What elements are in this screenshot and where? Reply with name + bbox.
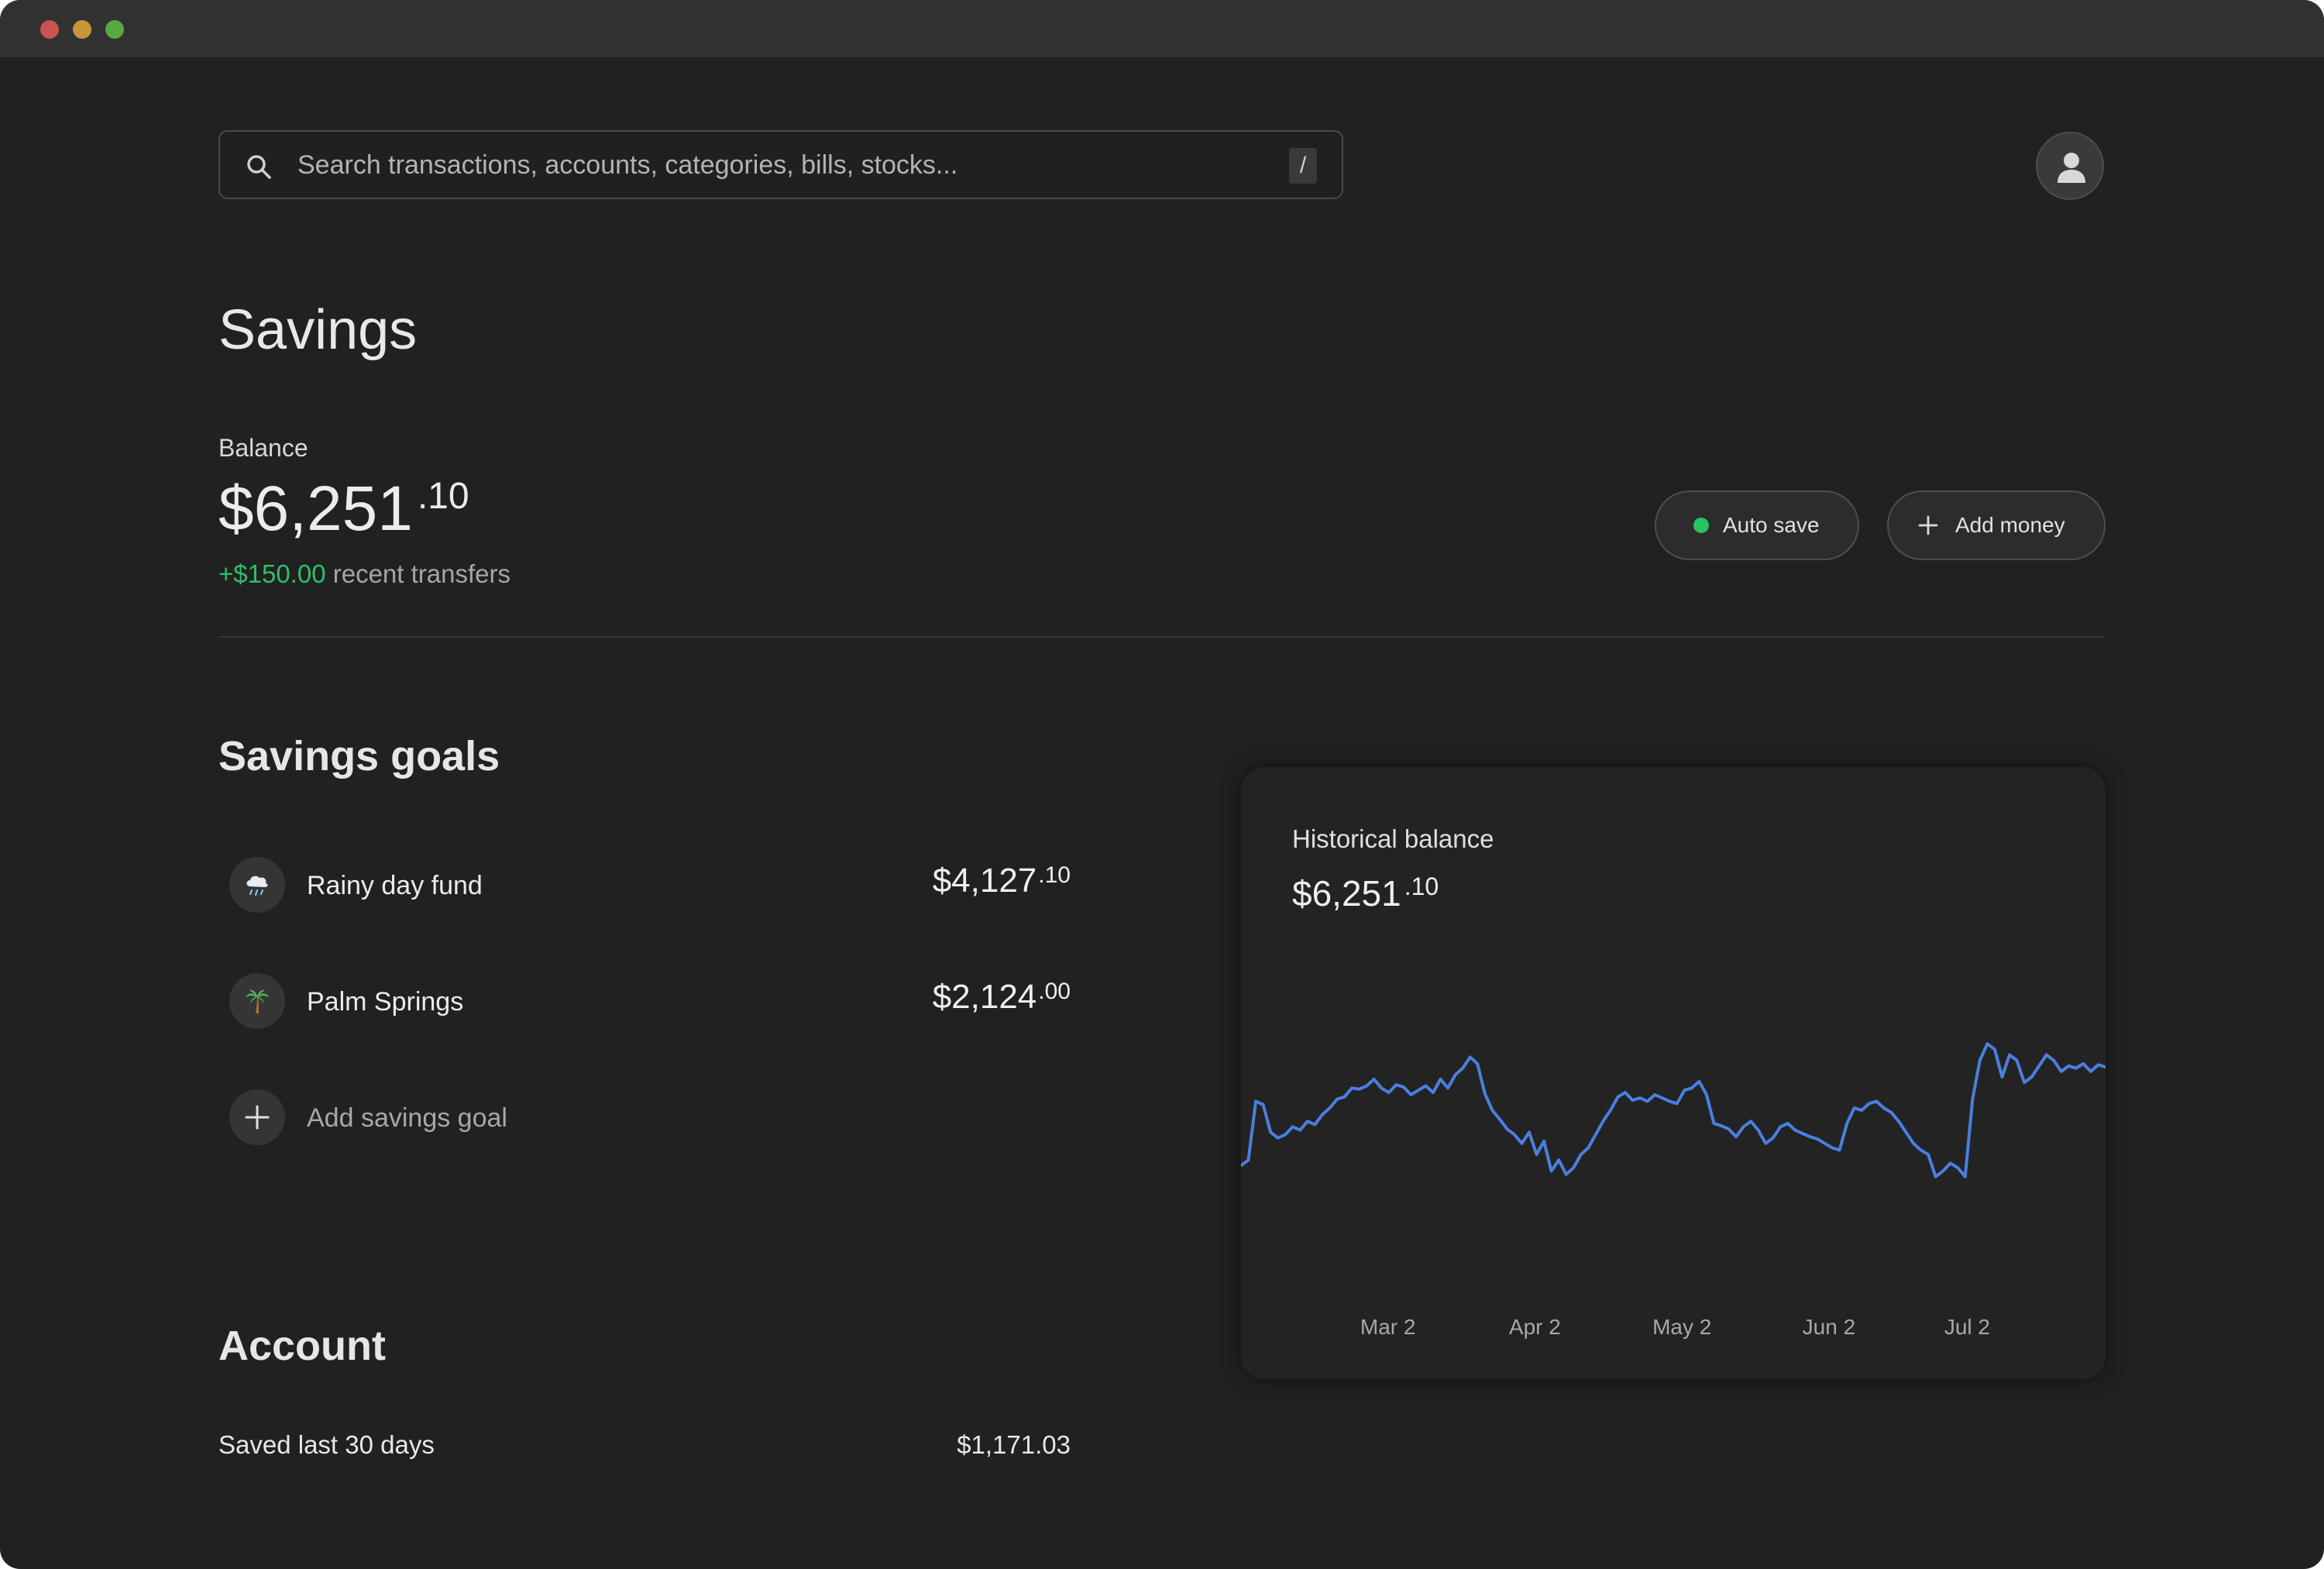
page-title: Savings <box>218 299 418 361</box>
goal-amount-cents: .10 <box>1038 862 1071 888</box>
goal-amount: $4,127.10 <box>761 862 1071 900</box>
plus-icon <box>245 1105 270 1130</box>
goal-amount-dollars: $2,124 <box>932 978 1037 1016</box>
auto-save-label: Auto save <box>1723 513 1820 537</box>
search-bar[interactable]: / <box>218 130 1343 199</box>
status-dot-icon <box>1693 518 1709 533</box>
goal-amount-cents: .00 <box>1038 979 1071 1004</box>
goal-icon-badge <box>229 973 285 1029</box>
balance-dollars: $6,251 <box>218 473 413 544</box>
auto-save-button[interactable]: Auto save <box>1655 490 1859 560</box>
minimize-window-button[interactable] <box>73 20 91 39</box>
goal-name: Rainy day fund <box>307 871 483 900</box>
maximize-window-button[interactable] <box>105 20 124 39</box>
balance-label: Balance <box>218 434 308 462</box>
add-money-button[interactable]: Add money <box>1887 490 2106 560</box>
account-title: Account <box>218 1323 386 1369</box>
title-bar <box>0 0 2324 58</box>
palm-tree-icon <box>246 989 269 1013</box>
goal-icon-badge <box>229 857 285 913</box>
x-tick-label: Mar 2 <box>1360 1315 1416 1339</box>
goal-row-palm-springs[interactable]: Palm Springs $2,124.00 <box>218 970 1071 1040</box>
search-icon <box>247 155 271 179</box>
balance-line-series <box>1241 1042 2106 1178</box>
recent-transfers: +$150.00 recent transfers <box>218 559 511 589</box>
goal-amount-dollars: $4,127 <box>932 862 1037 900</box>
x-tick-label: Apr 2 <box>1509 1315 1561 1339</box>
balance-cents: .10 <box>417 476 469 517</box>
historical-balance-card: Historical balance $6,251.10 Mar 2 Apr 2M… <box>1241 767 2106 1379</box>
account-row-value: $1,171.03 <box>957 1430 1071 1459</box>
x-tick-label: Jun 2 <box>1803 1315 1856 1339</box>
goal-row-rainy-day-fund[interactable]: Rainy day fund $4,127.10 <box>218 854 1071 924</box>
recent-transfers-amount: +$150.00 <box>218 559 326 588</box>
add-savings-goal-label: Add savings goal <box>307 1103 507 1133</box>
account-row-label: Saved last 30 days <box>218 1430 435 1459</box>
user-icon <box>2058 153 2085 183</box>
cloud-rain-icon <box>246 876 268 896</box>
goal-name: Palm Springs <box>307 987 464 1017</box>
add-money-label: Add money <box>1955 513 2065 537</box>
savings-goals-title: Savings goals <box>218 733 500 779</box>
app-window: / Savings Balance $6,251.10 +$150.00 rec… <box>0 0 2324 1569</box>
user-avatar-button[interactable] <box>2036 132 2104 200</box>
close-window-button[interactable] <box>40 20 59 39</box>
goal-icon-badge <box>229 1089 285 1145</box>
goal-amount: $2,124.00 <box>761 978 1071 1017</box>
x-tick-label: Jul 2 <box>1944 1315 1990 1339</box>
section-divider <box>218 636 2106 638</box>
add-savings-goal-button[interactable]: Add savings goal <box>218 1086 1071 1156</box>
balance-amount: $6,251.10 <box>218 473 469 545</box>
historical-balance-chart[interactable]: Mar 2 Apr 2 May 2 Jun 2 Jul 2 <box>1241 767 2106 1379</box>
recent-transfers-label: recent transfers <box>332 559 511 588</box>
account-row: Saved last 30 days $1,171.03 <box>218 1430 1071 1464</box>
plus-icon <box>1918 515 1938 535</box>
x-tick-label: May 2 <box>1652 1315 1711 1339</box>
search-shortcut-key: / <box>1289 148 1317 184</box>
search-input[interactable] <box>297 143 1227 188</box>
